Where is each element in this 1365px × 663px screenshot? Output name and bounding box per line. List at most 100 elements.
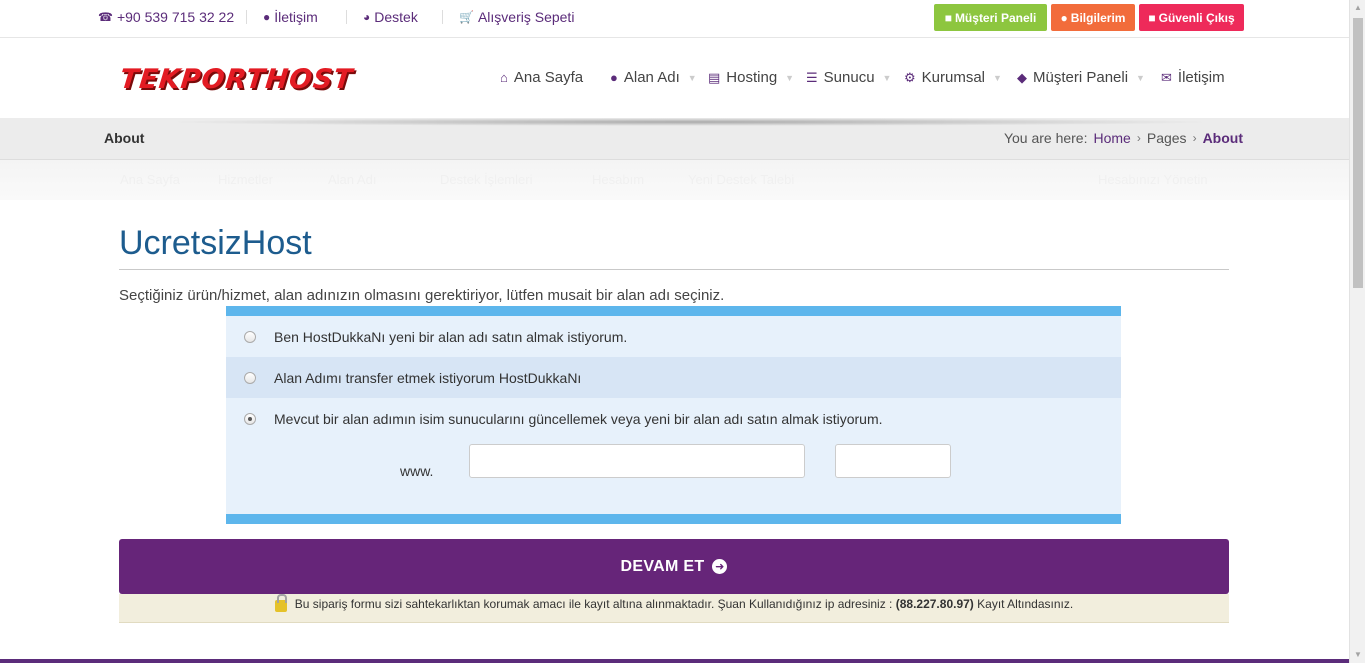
phone-icon: ☎ — [98, 10, 113, 24]
nav-server[interactable]: ☰ Sunucu ▼ — [806, 69, 891, 86]
header: TEKPORTHOST ⌂ Ana Sayfa ● Alan Adı ▼ ▤ H… — [0, 38, 1349, 118]
notice-message: Bu sipariş formu sizi sahtekarlıktan kor… — [294, 597, 893, 611]
support-link[interactable]: ◕ Destek — [363, 9, 418, 25]
scroll-down-icon[interactable]: ▼ — [1350, 647, 1365, 663]
gift-icon: ■ — [944, 10, 952, 25]
chevron-right-icon: › — [1136, 131, 1141, 145]
domain-name-input[interactable] — [469, 444, 805, 478]
scrollbar[interactable]: ▲ ▼ — [1349, 0, 1365, 663]
support-label: Destek — [374, 9, 418, 25]
site-logo[interactable]: TEKPORTHOST — [118, 64, 354, 95]
submenu-item[interactable]: Ana Sayfa — [120, 172, 180, 187]
headset-icon: ◕ — [363, 10, 371, 24]
product-title: UcretsizHost — [119, 224, 312, 262]
option-register-label: Ben HostDukkaNı yeni bir alan adı satın … — [274, 328, 628, 345]
submenu-item[interactable]: Yeni Destek Talebi — [688, 172, 794, 187]
breadcrumb-prefix: You are here: — [1003, 130, 1088, 146]
top-bar: ☎ +90 539 715 32 22 ● İletişim ◕ Destek … — [0, 0, 1349, 38]
notice-suffix: Kayıt Altındasınız. — [977, 597, 1074, 611]
notice-text: Bu sipariş formu sizi sahtekarlıktan kor… — [295, 597, 1073, 611]
radio-existing[interactable] — [244, 412, 256, 425]
nav-home[interactable]: ⌂ Ana Sayfa — [500, 69, 583, 86]
my-info-button[interactable]: ● Bilgilerim — [1051, 4, 1135, 31]
title-divider — [119, 269, 1229, 270]
breadcrumb-current: About — [1202, 130, 1243, 146]
radio-transfer[interactable] — [244, 371, 256, 384]
caret-down-icon: ▼ — [785, 72, 795, 83]
nav-label: Sunucu — [823, 69, 875, 86]
gear-icon: ⚙ — [904, 69, 916, 85]
divider — [442, 10, 443, 24]
nav-label: Alan Adı — [623, 69, 680, 86]
my-info-label: Bilgilerim — [1070, 10, 1126, 25]
cart-label: Alışveriş Sepeti — [477, 9, 575, 25]
nav-label: Hosting — [726, 69, 778, 86]
caret-down-icon: ▼ — [993, 72, 1002, 83]
contact-link[interactable]: ● İletişim — [263, 9, 318, 25]
domain-required-text: Seçtiğiniz ürün/hizmet, alan adınızın ol… — [119, 287, 725, 304]
phone-link[interactable]: ☎ +90 539 715 32 22 — [98, 9, 234, 25]
submenu-item[interactable]: Alan Adı — [328, 172, 376, 187]
gift-icon: ■ — [1148, 10, 1156, 25]
customer-panel-label: Müşteri Paneli — [954, 10, 1037, 25]
nav-corporate[interactable]: ⚙ Kurumsal ▼ — [904, 69, 1002, 86]
option-existing-label: Mevcut bir alan adımın isim sunucularını… — [274, 410, 883, 427]
logout-button[interactable]: ■ Güvenli Çıkış — [1139, 4, 1244, 31]
page: ☎ +90 539 715 32 22 ● İletişim ◕ Destek … — [0, 0, 1365, 663]
list-icon: ☰ — [806, 69, 818, 85]
ip-address: (88.227.80.97) — [895, 597, 974, 611]
caret-down-icon: ▼ — [687, 72, 697, 83]
continue-button[interactable]: DEVAM ET ➜ — [119, 539, 1229, 594]
envelope-icon: ✉ — [1161, 69, 1172, 85]
domain-options-panel: Ben HostDukkaNı yeni bir alan adı satın … — [226, 306, 1121, 524]
chat-icon: ● — [263, 10, 271, 24]
user-icon: ● — [1060, 10, 1068, 25]
caret-down-icon: ▼ — [882, 72, 892, 83]
customer-panel-button[interactable]: ■ Müşteri Paneli — [934, 4, 1047, 31]
breadcrumb: You are here: Home › Pages › About — [1004, 130, 1243, 146]
footer-edge — [0, 659, 1349, 663]
tags-icon: ◆ — [1017, 69, 1027, 85]
contact-label: İletişim — [274, 9, 318, 25]
nav-label: Ana Sayfa — [513, 69, 584, 86]
submenu-item[interactable]: Hesabınızı Yönetin — [1098, 172, 1208, 187]
option-transfer[interactable]: Alan Adımı transfer etmek istiyorum Host… — [226, 357, 1121, 398]
scroll-thumb[interactable] — [1353, 18, 1363, 288]
nav-label: Müşteri Paneli — [1033, 69, 1129, 86]
option-existing[interactable]: Mevcut bir alan adımın isim sunucularını… — [226, 398, 1121, 439]
nav-label: İletişim — [1177, 69, 1225, 86]
globe-icon: ● — [610, 70, 618, 85]
chevron-right-icon: › — [1192, 131, 1197, 145]
option-register[interactable]: Ben HostDukkaNı yeni bir alan adı satın … — [226, 316, 1121, 357]
server-icon: ▤ — [708, 69, 721, 85]
tld-input[interactable] — [835, 444, 951, 478]
cart-link[interactable]: 🛒 Alışveriş Sepeti — [459, 9, 574, 25]
www-label: www. — [400, 463, 434, 479]
nav-contact[interactable]: ✉ İletişim — [1161, 69, 1225, 86]
cart-icon: 🛒 — [459, 10, 474, 24]
header-shadow — [160, 118, 1220, 126]
submenu-item[interactable]: Hesabım — [592, 172, 644, 187]
arrow-circle-right-icon: ➜ — [712, 559, 728, 574]
nav-hosting[interactable]: ▤ Hosting ▼ — [708, 69, 794, 86]
breadcrumb-home[interactable]: Home — [1094, 130, 1131, 146]
divider — [346, 10, 347, 24]
divider — [246, 10, 247, 24]
home-icon: ⌂ — [500, 70, 508, 85]
radio-register[interactable] — [244, 330, 256, 343]
scroll-up-icon[interactable]: ▲ — [1350, 0, 1365, 16]
breadcrumb-bar: About You are here: Home › Pages › About — [0, 118, 1349, 160]
submenu-item[interactable]: Destek İşlemleri — [440, 172, 532, 187]
fraud-notice: Bu sipariş formu sizi sahtekarlıktan kor… — [119, 593, 1229, 623]
nav-domain[interactable]: ● Alan Adı ▼ — [610, 69, 697, 86]
submenu-item[interactable]: Hizmetler — [218, 172, 273, 187]
nav-label: Kurumsal — [921, 69, 986, 86]
breadcrumb-pages[interactable]: Pages — [1147, 130, 1187, 146]
continue-label: DEVAM ET — [620, 557, 705, 575]
lock-icon — [274, 593, 287, 612]
page-heading: About — [104, 130, 145, 146]
nav-customer-panel[interactable]: ◆ Müşteri Paneli ▼ — [1017, 69, 1145, 86]
caret-down-icon: ▼ — [1136, 72, 1145, 83]
option-transfer-label: Alan Adımı transfer etmek istiyorum Host… — [274, 369, 582, 386]
logout-label: Güvenli Çıkış — [1158, 10, 1235, 25]
